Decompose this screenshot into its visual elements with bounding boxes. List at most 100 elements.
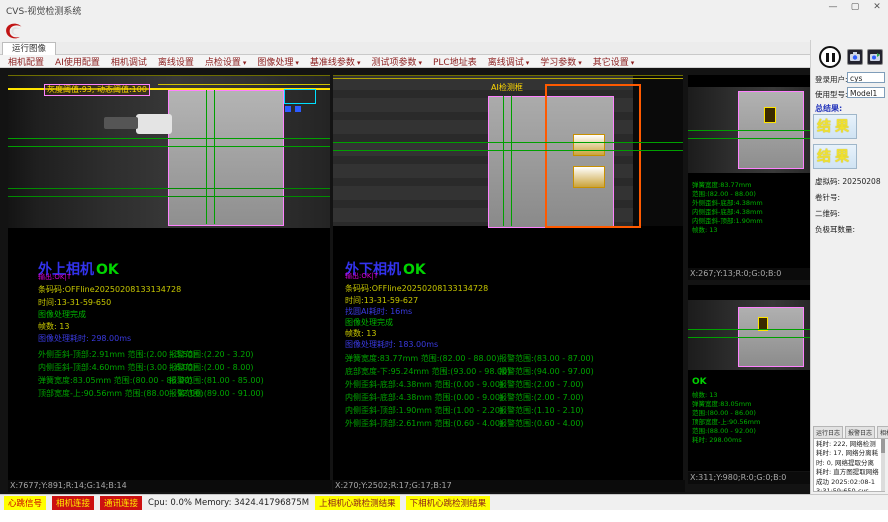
pause-icon xyxy=(826,53,829,62)
connector-blob xyxy=(136,114,172,134)
done-line: 图像处理完成 xyxy=(345,317,393,328)
thumb-readout-line: 内侧歪斜-底部:4.38mm xyxy=(692,208,763,217)
camera-view-lower[interactable]: AI检测框 外下相机OK 输出:OK|T 条码码:OFFline20250208… xyxy=(333,75,683,480)
login-user-label: 登录用户: xyxy=(815,74,848,85)
toolbar-item[interactable]: 基准线参数▾ xyxy=(310,55,361,68)
camera-view-upper[interactable]: 灰度阈值:93, 动态阈值:100 外上相机OK 输出:OK|T 条码码:OFF… xyxy=(8,75,330,480)
total-result-label: 总结果: xyxy=(815,103,842,114)
measurement-alarm: 报警范围:(89.00 - 91.00) xyxy=(169,388,264,399)
tab-run-image[interactable]: 运行图像 xyxy=(2,42,56,55)
menu-bar: 系统配置▾ 相机配置▾ 通讯配置▾ IO卡配置▾ 光源控制配置▾ 查看▾ 系统语… xyxy=(0,20,888,42)
measurement-alarm: 报警范围:(94.00 - 97.00) xyxy=(499,366,594,377)
maximize-button[interactable]: ▢ xyxy=(848,2,862,12)
toolbar-item[interactable]: 相机调试▾ xyxy=(111,55,147,68)
measurement-row: 弹簧宽度:83.05mm 范围:(80.00 - 86.00) 报警范围:(81… xyxy=(38,375,328,388)
thumb-readout-line: 弹簧宽度:83.05mm xyxy=(692,400,760,409)
chevron-down-icon: ▾ xyxy=(357,59,361,67)
minimize-button[interactable]: — xyxy=(826,2,840,12)
elapsed-line: 图像处理耗时: 183.00ms xyxy=(345,339,438,350)
toolbar-item-label: PLC地址表 xyxy=(433,58,477,68)
measurement-row: 外侧歪斜-底部:4.38mm 范围:(0.00 - 9.00) 报警范围:(2.… xyxy=(345,379,675,392)
thumbnail-view-bottom[interactable]: OK 帧数: 13弹簧宽度:83.05mm范围:(80.00 - 86.00)顶… xyxy=(688,285,810,471)
coords-thumb-top: X:267;Y:13;R:0;G:0;B:0 xyxy=(688,268,812,280)
measurement-alarm: 报警范围:(83.00 - 87.00) xyxy=(499,353,594,364)
pause-button[interactable] xyxy=(819,46,841,68)
pause-icon xyxy=(832,53,835,62)
measurement-list: 外侧歪斜-顶部:2.91mm 范围:(2.00 - 3.50) 报警范围:(2.… xyxy=(38,349,328,401)
measurement-alarm: 报警范围:(0.60 - 4.00) xyxy=(499,418,584,429)
frames-line: 帧数: 13 xyxy=(345,328,376,339)
glow-element xyxy=(573,134,605,156)
measurement-alarm: 报警范围:(81.00 - 85.00) xyxy=(169,375,264,386)
model-label: 使用型号: xyxy=(815,89,848,100)
toolbar-item[interactable]: 相机配置▾ xyxy=(8,55,44,68)
overlay-green-vline xyxy=(503,96,504,226)
barcode-line: 条码码:OFFline20250208133134728 xyxy=(38,284,181,295)
measurement-row: 底部宽度-下:95.24mm 范围:(93.00 - 98.00) 报警范围:(… xyxy=(345,366,675,379)
toolbar-item[interactable]: PLC地址表▾ xyxy=(433,55,477,68)
overlay-green-line xyxy=(8,138,330,139)
overlay-green-line xyxy=(8,196,330,197)
overlay-part-rect xyxy=(168,90,284,226)
measurement-row: 内侧歪斜-底部:4.38mm 范围:(0.00 - 9.00) 报警范围:(2.… xyxy=(345,392,675,405)
thumbnail-view-top[interactable]: 弹簧宽度:83.77mm范围:(82.00 - 88.00)外侧歪斜-底部:4.… xyxy=(688,75,810,268)
frames-line: 帧数: 13 xyxy=(38,321,69,332)
overlay-blue-marker xyxy=(285,106,291,112)
app-window: CVS-视觉检测系统 — ▢ ✕ 系统配置▾ 相机配置▾ 通讯配置▾ IO卡配置… xyxy=(0,0,888,522)
log-scrollbar-thumb[interactable] xyxy=(881,439,885,453)
camera-snapshot-button[interactable] xyxy=(847,49,863,65)
coords-thumb-bottom: X:311;Y:980;R:0;G:0;B:0 xyxy=(688,472,812,484)
overlay-blue-marker xyxy=(295,106,301,112)
ai-elapsed-line: 找圆AI耗时: 16ms xyxy=(345,306,412,317)
overlay-green-line xyxy=(688,138,810,139)
virtual-code-label: 虚拟码: 20250208 xyxy=(815,176,881,187)
overlay-green-line xyxy=(8,188,330,189)
chevron-down-icon: ▾ xyxy=(243,59,247,67)
overlay-green-line xyxy=(333,150,683,151)
measurement-alarm: 报警范围:(2.00 - 8.00) xyxy=(169,362,254,373)
model-field[interactable]: Model1 xyxy=(847,87,885,98)
toolbar-item-label: AI使用配置 xyxy=(55,58,100,68)
close-button[interactable]: ✕ xyxy=(870,2,884,12)
lower-camera-heartbeat-badge: 下相机心跳检测结果 xyxy=(406,496,491,510)
coords-upper: X:7677;Y:891;R:14;G:14;B:14 xyxy=(8,480,332,492)
chevron-down-icon: ▾ xyxy=(578,59,582,67)
result-sub: 输出:OK|T xyxy=(38,272,71,282)
done-line: 图像处理完成 xyxy=(38,309,86,320)
elapsed-line: 图像处理耗时: 298.00ms xyxy=(38,333,131,344)
toolbar-item[interactable]: AI使用配置▾ xyxy=(55,55,100,68)
toolbar-item-label: 图像处理 xyxy=(257,58,293,68)
toolbar-item-label: 离线调试 xyxy=(488,58,524,68)
measurement-row: 弹簧宽度:83.77mm 范围:(82.00 - 88.00) 报警范围:(83… xyxy=(345,353,675,366)
toolbar-item[interactable]: 离线设置▾ xyxy=(158,55,194,68)
measurement-main: 外侧歪斜-底部:4.38mm 范围:(0.00 - 9.00) xyxy=(345,379,503,390)
camera-arrow-icon xyxy=(869,51,881,63)
log-body[interactable]: 耗时: 222, 网络检测耗时: 17, 网络分离耗时: 0, 网络提取分离耗时… xyxy=(813,438,885,492)
measurement-main: 内侧歪斜-顶部:1.90mm 范围:(1.00 - 2.20) xyxy=(345,405,503,416)
result-ok: OK xyxy=(403,262,426,278)
toolbar-item-label: 学习参数 xyxy=(540,58,576,68)
thumb-readout: 帧数: 13弹簧宽度:83.05mm范围:(80.00 - 86.00)顶部宽度… xyxy=(692,391,760,445)
camera-switch-button[interactable] xyxy=(867,49,883,65)
toolbar-item[interactable]: 离线调试▾ xyxy=(488,55,530,68)
thumb-readout-line: 内侧歪斜-顶部:1.90mm xyxy=(692,217,763,226)
overlay-green-line xyxy=(688,337,810,338)
window-controls: — ▢ ✕ xyxy=(826,2,884,12)
toolbar-item-label: 测试项参数 xyxy=(371,58,416,68)
camera-icon xyxy=(849,51,861,63)
toolbar-item[interactable]: 图像处理▾ xyxy=(257,55,299,68)
log-scrollbar[interactable] xyxy=(881,439,885,491)
measurement-row: 内侧歪斜-顶部:1.90mm 范围:(1.00 - 2.20) 报警范围:(1.… xyxy=(345,405,675,418)
login-user-field[interactable]: cys xyxy=(847,72,885,83)
toolbar-item[interactable]: 点检设置▾ xyxy=(205,55,247,68)
toolbar-item-label: 基准线参数 xyxy=(310,58,355,68)
thumb-readout-line: 帧数: 13 xyxy=(692,391,760,400)
chevron-down-icon: ▾ xyxy=(631,59,635,67)
thumb-readout-line: 范围:(88.00 - 92.00) xyxy=(692,427,760,436)
overlay-yellow-line xyxy=(158,84,330,85)
side-panel: 登录用户: cys 使用型号: Model1 总结果: 结果 结果 虚拟码: 2… xyxy=(810,40,888,494)
coords-lower: X:270;Y:2502;R:17;G:17;B:17 xyxy=(333,480,685,492)
toolbar-item[interactable]: 其它设置▾ xyxy=(593,55,635,68)
toolbar-item[interactable]: 测试项参数▾ xyxy=(371,55,422,68)
toolbar-item[interactable]: 学习参数▾ xyxy=(540,55,582,68)
